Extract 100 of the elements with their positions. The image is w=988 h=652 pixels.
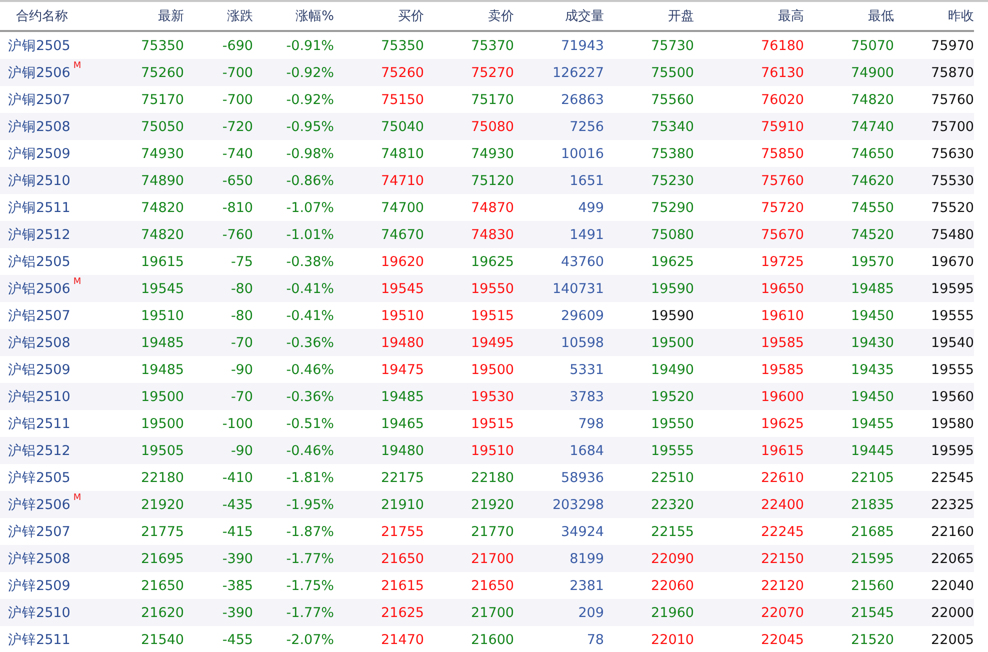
table-cell-text: -1.77% <box>285 604 334 620</box>
table-row[interactable]: 沪铜2508 75050 -720 -0.95% 75040 75080 7256 75340 75910 74740 75700 <box>0 113 974 140</box>
table-cell-text: 22180 <box>140 470 184 486</box>
table-cell-text: 74740 <box>850 118 894 134</box>
table-cell-text: 75260 <box>140 64 184 80</box>
table-cell-text: 21595 <box>850 550 894 566</box>
contract-name: 沪铜2505 <box>8 36 70 54</box>
table-row[interactable]: 沪锌2508 21695 -390 -1.77% 21650 21700 8199 22090 22150 21595 22065 <box>0 545 974 572</box>
table-cell-text: 43760 <box>560 254 604 270</box>
table-cell-text: 19585 <box>760 334 804 350</box>
table-cell-text: -0.36% <box>285 388 334 404</box>
column-header[interactable]: 合约名称 <box>0 7 110 25</box>
table-cell-text: 22175 <box>380 470 424 486</box>
table-cell-text: 19555 <box>930 362 974 378</box>
table-cell-text: 19510 <box>140 308 184 324</box>
table-row[interactable]: 沪锌2510 21620 -390 -1.77% 21625 21700 209 21960 22070 21545 22000 <box>0 599 974 626</box>
main-contract-mark: M <box>73 276 82 286</box>
table-cell-text: 75520 <box>930 200 974 216</box>
table-cell-text: 22545 <box>930 470 974 486</box>
table-row[interactable]: 沪铝2506 M 19545 -80 -0.41% 19545 19550 140731 19590 19650 19485 19595 <box>0 275 974 302</box>
table-cell-text: 5331 <box>568 362 604 378</box>
table-cell-text: -1.77% <box>285 550 334 566</box>
table-cell-text: 19435 <box>850 362 894 378</box>
contract-name: 沪锌2510 <box>8 604 70 622</box>
table-cell-text: 21560 <box>850 578 894 594</box>
table-cell-text: 798 <box>577 416 604 432</box>
table-row[interactable]: 沪锌2506 M 21920 -435 -1.95% 21910 21920 203298 22320 22400 21835 22325 <box>0 491 974 518</box>
table-cell-text: 19485 <box>850 280 894 296</box>
table-cell-text: 75150 <box>380 92 424 108</box>
column-header[interactable]: 涨幅% <box>253 7 334 25</box>
column-header[interactable]: 开盘 <box>604 7 694 25</box>
main-contract-mark: M <box>73 60 82 70</box>
table-cell-text: 75270 <box>470 64 514 80</box>
table-cell-text: 19500 <box>140 416 184 432</box>
table-cell-text: 26863 <box>560 92 604 108</box>
table-cell-text: 19505 <box>140 442 184 458</box>
table-cell-text: 58936 <box>560 470 604 486</box>
table-cell-text: 10598 <box>560 334 604 350</box>
contract-name: 沪锌2505 <box>8 468 70 486</box>
column-header[interactable]: 最高 <box>694 7 804 25</box>
table-cell-text: 22060 <box>650 578 694 594</box>
table-cell-text: 19500 <box>140 388 184 404</box>
table-row[interactable]: 沪铝2512 19505 -90 -0.46% 19480 19510 1684 19555 19615 19445 19595 <box>0 437 974 464</box>
table-cell-text: -0.92% <box>285 92 334 108</box>
table-cell-text: -0.36% <box>285 334 334 350</box>
table-cell-text: 21540 <box>140 632 184 648</box>
table-cell-text: 75290 <box>650 200 694 216</box>
table-cell-text: 75170 <box>470 92 514 108</box>
table-cell-text: 21470 <box>380 632 424 648</box>
table-cell-text: 19560 <box>930 388 974 404</box>
contract-name: 沪铜2511 <box>8 198 70 216</box>
table-row[interactable]: 沪铝2510 19500 -70 -0.36% 19485 19530 3783 19520 19600 19450 19560 <box>0 383 974 410</box>
table-row[interactable]: 沪铜2512 74820 -760 -1.01% 74670 74830 1491 75080 75670 74520 75480 <box>0 221 974 248</box>
table-cell-text: 19450 <box>850 388 894 404</box>
table-cell-text: 75340 <box>650 118 694 134</box>
table-cell-text: 19515 <box>470 308 514 324</box>
table-cell-text: 19455 <box>850 416 894 432</box>
contract-name: 沪铝2507 <box>8 306 70 324</box>
table-row[interactable]: 沪铝2508 19485 -70 -0.36% 19480 19495 10598 19500 19585 19430 19540 <box>0 329 974 356</box>
table-cell-text: 22065 <box>930 550 974 566</box>
table-cell-text: 19555 <box>930 308 974 324</box>
table-cell-text: 75500 <box>650 64 694 80</box>
table-cell-text: 75480 <box>930 226 974 242</box>
table-cell-text: 19570 <box>850 254 894 270</box>
table-cell-text: 19555 <box>650 442 694 458</box>
table-cell-text: 21960 <box>650 604 694 620</box>
table-cell-text: -390 <box>221 604 253 620</box>
table-cell-text: 22090 <box>650 550 694 566</box>
contract-name: 沪锌2507 <box>8 522 70 540</box>
column-header[interactable]: 卖价 <box>424 7 514 25</box>
table-cell-text: -1.87% <box>285 524 334 540</box>
table-cell-text: -760 <box>221 226 253 242</box>
table-cell-text: 74930 <box>140 146 184 162</box>
table-cell-text: 78 <box>586 632 604 648</box>
table-cell-text: 21770 <box>470 524 514 540</box>
table-cell-text: 75910 <box>760 118 804 134</box>
table-cell-text: 22010 <box>650 632 694 648</box>
column-header[interactable]: 最新 <box>110 7 184 25</box>
table-cell-text: 74670 <box>380 226 424 242</box>
table-cell-text: 75700 <box>930 118 974 134</box>
column-header[interactable]: 最低 <box>804 7 894 25</box>
table-cell-text: -1.01% <box>285 226 334 242</box>
column-header[interactable]: 买价 <box>334 7 424 25</box>
table-cell-text: 21695 <box>140 550 184 566</box>
table-cell-text: -70 <box>230 388 253 404</box>
table-cell-text: 19445 <box>850 442 894 458</box>
table-cell-text: 19670 <box>930 254 974 270</box>
table-cell-text: 74810 <box>380 146 424 162</box>
table-row[interactable]: 沪铜2506 M 75260 -700 -0.92% 75260 75270 126227 75500 76130 74900 75870 <box>0 59 974 86</box>
table-cell-text: 22040 <box>930 578 974 594</box>
column-header[interactable]: 成交量 <box>514 7 604 25</box>
table-cell-text: 75260 <box>380 64 424 80</box>
column-header[interactable]: 涨跌 <box>184 7 253 25</box>
column-header[interactable]: 昨收 <box>894 7 974 25</box>
table-cell-text: 76130 <box>760 64 804 80</box>
table-row[interactable]: 沪铜2510 74890 -650 -0.86% 74710 75120 1651 75230 75760 74620 75530 <box>0 167 974 194</box>
table-cell-text: 22610 <box>760 470 804 486</box>
contract-name: 沪铝2509 <box>8 360 70 378</box>
contract-name: 沪锌2508 <box>8 550 70 568</box>
contract-name: 沪铝2512 <box>8 442 70 460</box>
